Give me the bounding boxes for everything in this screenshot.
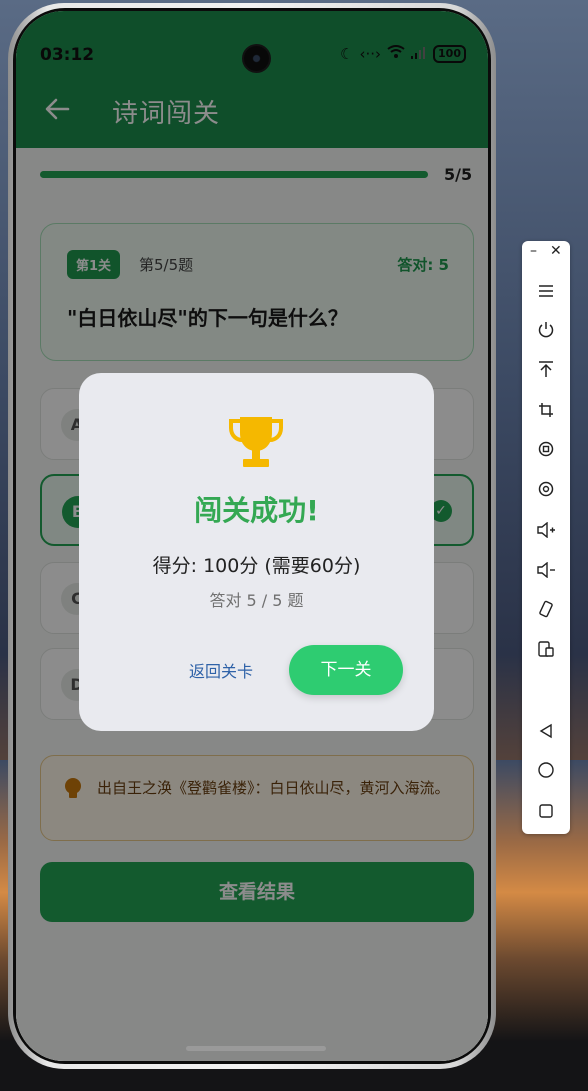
menu-icon[interactable] <box>522 278 570 308</box>
phone-frame: 03:12 ☾ ‹··› 100 诗词闯关 5/5 第1关 第5/5题 答对: … <box>8 3 496 1069</box>
dialog-score: 得分: 100分 (需要60分) <box>152 555 361 577</box>
home-indicator[interactable] <box>186 1046 326 1051</box>
trophy-icon <box>226 411 286 471</box>
crop-icon[interactable] <box>522 398 570 428</box>
back-to-levels-button[interactable]: 返回关卡 <box>189 658 253 682</box>
success-dialog: 闯关成功! 得分: 100分 (需要60分) 答对 5 / 5 题 返回关卡 下… <box>79 373 434 731</box>
next-level-button[interactable]: 下一关 <box>289 645 403 695</box>
device-icon[interactable] <box>522 638 570 668</box>
close-icon[interactable]: ✕ <box>550 243 562 259</box>
emulator-toolbar: – ✕ <box>522 241 570 834</box>
rotate-icon[interactable] <box>522 438 570 468</box>
recent-nav-icon[interactable] <box>522 799 570 829</box>
home-nav-icon[interactable] <box>522 759 570 789</box>
power-icon[interactable] <box>522 318 570 348</box>
dialog-answered: 答对 5 / 5 题 <box>209 591 304 610</box>
volume-up-icon[interactable] <box>522 518 570 548</box>
screenshot-icon[interactable] <box>522 478 570 508</box>
dialog-title: 闯关成功! <box>194 494 319 527</box>
minimize-icon[interactable]: – <box>530 243 537 259</box>
volume-down-icon[interactable] <box>522 558 570 588</box>
screen-rotate-icon[interactable] <box>522 598 570 628</box>
phone-screen: 03:12 ☾ ‹··› 100 诗词闯关 5/5 第1关 第5/5题 答对: … <box>16 11 488 1061</box>
back-nav-icon[interactable] <box>522 719 570 749</box>
phone-bezel: 03:12 ☾ ‹··› 100 诗词闯关 5/5 第1关 第5/5题 答对: … <box>13 8 491 1064</box>
upload-icon[interactable] <box>522 358 570 388</box>
